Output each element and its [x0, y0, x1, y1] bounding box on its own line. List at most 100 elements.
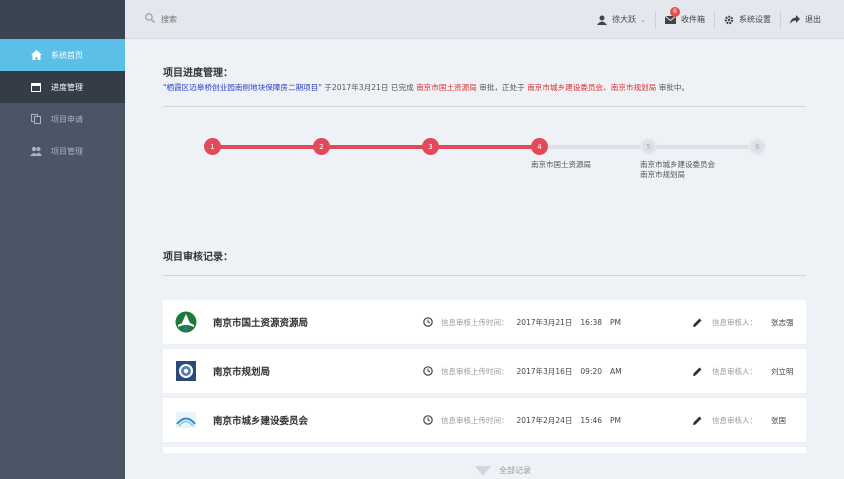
search-input[interactable]: [161, 14, 361, 24]
desc-text: 审批，正处于: [476, 83, 528, 92]
progress-description: "栖霞区迈皋桥创业园南侧地块保障房二期项目" 于2017年3月21日 已完成 南…: [163, 82, 689, 93]
inbox-label: 收件箱: [681, 15, 705, 24]
sidebar-item-projects[interactable]: 项目管理: [0, 135, 125, 167]
record-row-partial: [163, 447, 806, 453]
desc-text: 审批中。: [656, 83, 690, 92]
record-dept-name: 南京市国土资源资源局: [213, 318, 309, 329]
record-reviewer: 信息审核人： 张志强: [693, 317, 794, 328]
record-date: 2017年2月24日: [516, 415, 573, 425]
sidebar-item-label: 进度管理: [51, 82, 83, 92]
step-3: 3: [422, 138, 439, 155]
reviewer-label: 信息审核人：: [712, 366, 757, 376]
step-5-label-line2: 南京市规划局: [640, 170, 685, 179]
record-time: 信息审核上传时间： 2017年2月24日 15:46 PM: [423, 415, 693, 426]
pencil-icon: [693, 367, 702, 376]
record-row[interactable]: 南京市国土资源资源局 信息审核上传时间： 2017年3月21日 16:38 PM…: [163, 300, 806, 344]
step-6: 6: [749, 138, 766, 155]
mail-icon: [665, 15, 676, 24]
desc-text: 于2017年3月21日 已完成: [321, 83, 417, 92]
record-ampm: PM: [610, 415, 622, 425]
view-all-records-button[interactable]: 全部记录: [475, 465, 531, 476]
record-row[interactable]: 南京市规划局 信息审核上传时间： 2017年3月16日 09:20 AM 信息审…: [163, 349, 806, 393]
sidebar-item-label: 系统首页: [51, 50, 83, 60]
logout-label: 退出: [805, 15, 821, 24]
record-dept-name: 南京市规划局: [213, 367, 271, 378]
header-actions: 徐大跃 ⌄ 6 收件箱 系统设置 退出: [588, 0, 830, 39]
step-5-label: 南京市城乡建设委员会 南京市规划局: [640, 160, 715, 180]
project-name: "栖霞区迈皋桥创业园南侧地块保障房二期项目": [163, 83, 322, 92]
record-clock: 09:20: [580, 366, 603, 376]
dept-pending: 南京市城乡建设委员会、南京市规划局: [527, 83, 657, 92]
settings-label: 系统设置: [739, 15, 771, 24]
time-label: 信息审核上传时间：: [441, 415, 509, 425]
sidebar-item-home[interactable]: 系统首页: [0, 39, 125, 71]
user-menu[interactable]: 徐大跃 ⌄: [588, 11, 655, 29]
users-icon: [30, 145, 42, 157]
view-all-label: 全部记录: [499, 466, 531, 475]
records-title: 项目审核记录：: [163, 252, 233, 263]
record-reviewer: 信息审核人： 刘立明: [693, 366, 794, 377]
search-icon: [145, 12, 155, 26]
sidebar-logo-area: [0, 0, 125, 39]
record-time: 信息审核上传时间： 2017年3月16日 09:20 AM: [423, 366, 693, 377]
main-content: 项目进度管理： "栖霞区迈皋桥创业园南侧地块保障房二期项目" 于2017年3月2…: [125, 40, 844, 479]
step-1: 1: [204, 138, 221, 155]
sidebar-item-label: 项目管理: [51, 146, 83, 156]
record-row[interactable]: 南京市城乡建设委员会 信息审核上传时间： 2017年2月24日 15:46 PM…: [163, 398, 806, 442]
home-icon: [30, 49, 42, 61]
triangle-down-icon: [475, 465, 491, 476]
share-arrow-icon: [790, 15, 800, 24]
dept-done: 南京市国土资源局: [416, 83, 477, 92]
clock-icon: [423, 317, 433, 327]
sidebar-item-label: 项目申请: [51, 114, 83, 124]
inbox-button[interactable]: 6 收件箱: [655, 6, 714, 29]
inbox-badge: 6: [670, 6, 680, 17]
record-clock: 16:38: [580, 317, 603, 327]
planning-bureau-logo: [175, 360, 197, 382]
copy-icon: [30, 113, 42, 125]
progress-steps: 1 2 3 4 5 6 南京市国土资源局 南京市城乡建设委员会 南京市规划局: [163, 135, 806, 195]
record-ampm: AM: [610, 366, 622, 376]
user-icon: [597, 15, 608, 25]
reviewer-label: 信息审核人：: [712, 317, 757, 327]
time-label: 信息审核上传时间：: [441, 366, 509, 376]
record-time: 信息审核上传时间： 2017年3月21日 16:38 PM: [423, 317, 693, 328]
user-name: 徐大跃: [612, 15, 637, 24]
sidebar: 系统首页 进度管理 项目申请 项目管理: [0, 0, 125, 479]
reviewer-name: 张志强: [771, 317, 794, 327]
pencil-icon: [693, 416, 702, 425]
chevron-down-icon: ⌄: [640, 15, 646, 24]
clock-icon: [423, 366, 433, 376]
record-dept-name: 南京市城乡建设委员会: [213, 416, 309, 427]
calendar-icon: [30, 81, 42, 93]
step-5: 5: [640, 138, 657, 155]
time-label: 信息审核上传时间：: [441, 317, 509, 327]
search-box: [145, 12, 445, 26]
step-2: 2: [313, 138, 330, 155]
progress-track-done: [218, 145, 546, 149]
reviewer-label: 信息审核人：: [712, 415, 757, 425]
settings-button[interactable]: 系统设置: [714, 10, 780, 29]
record-clock: 15:46: [580, 415, 603, 425]
step-4-label: 南京市国土资源局: [531, 160, 591, 169]
clock-icon: [423, 415, 433, 425]
reviewer-name: 刘立明: [771, 366, 794, 376]
sidebar-item-apply[interactable]: 项目申请: [0, 103, 125, 135]
top-header: 徐大跃 ⌄ 6 收件箱 系统设置 退出: [125, 0, 844, 39]
record-date: 2017年3月21日: [516, 317, 573, 327]
record-ampm: PM: [610, 317, 622, 327]
construction-committee-logo: [175, 409, 197, 431]
step-5-label-line1: 南京市城乡建设委员会: [640, 160, 715, 169]
reviewer-name: 张国: [771, 415, 786, 425]
divider: [163, 275, 806, 276]
step-4: 4: [531, 138, 548, 155]
land-resources-logo: [175, 311, 197, 333]
progress-title: 项目进度管理：: [163, 68, 233, 79]
sidebar-item-progress[interactable]: 进度管理: [0, 71, 125, 103]
logout-button[interactable]: 退出: [780, 10, 830, 29]
record-date: 2017年3月16日: [516, 366, 573, 376]
record-reviewer: 信息审核人： 张国: [693, 415, 786, 426]
gear-icon: [724, 15, 734, 25]
divider: [163, 106, 806, 107]
pencil-icon: [693, 318, 702, 327]
